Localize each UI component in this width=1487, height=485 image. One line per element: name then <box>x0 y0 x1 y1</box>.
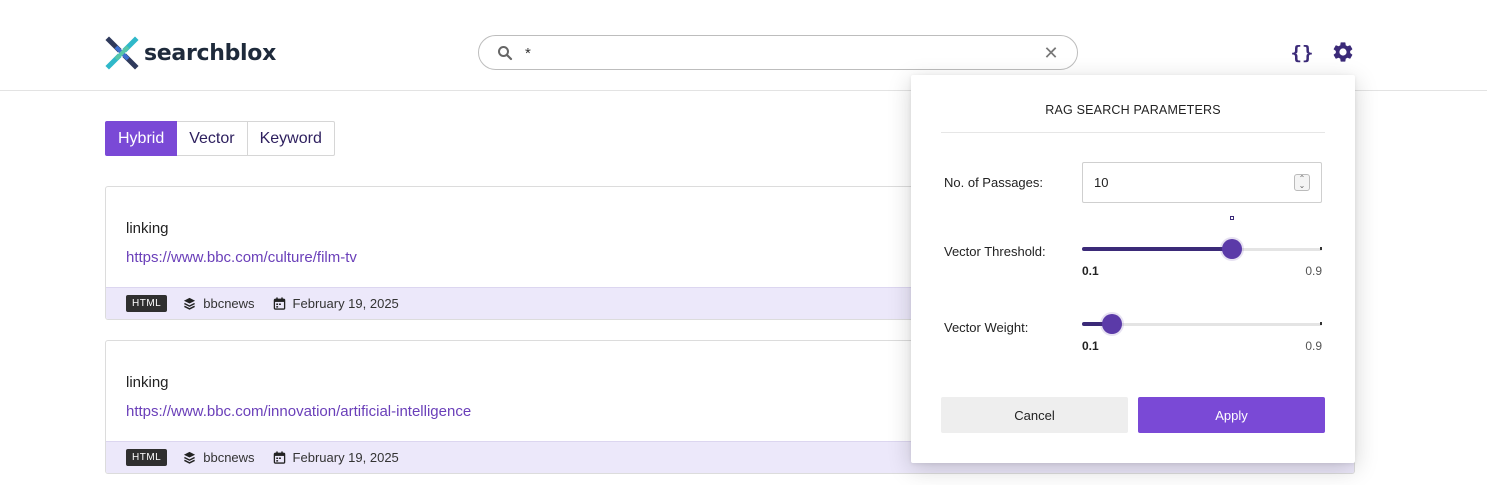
slider-thumb[interactable] <box>1222 239 1242 259</box>
vector-weight-slider[interactable] <box>1082 314 1322 334</box>
passages-spinner[interactable]: ⌃ ⌄ <box>1294 174 1310 191</box>
result-date: February 19, 2025 <box>292 296 399 311</box>
searchblox-logo-icon <box>105 36 139 70</box>
search-icon <box>498 46 513 61</box>
tab-hybrid[interactable]: Hybrid <box>105 121 178 156</box>
doc-type-badge: HTML <box>126 449 168 466</box>
weight-min-label: 0.1 <box>1082 339 1099 353</box>
logo-text: searchblox <box>144 40 277 66</box>
weight-max-label: 0.9 <box>1305 339 1322 353</box>
result-url-link[interactable]: https://www.bbc.com/innovation/artificia… <box>126 403 471 420</box>
apply-button[interactable]: Apply <box>1138 397 1325 433</box>
collection-info: bbcnews <box>183 296 255 311</box>
collection-name: bbcnews <box>203 296 255 311</box>
result-title[interactable]: linking <box>126 374 169 391</box>
vector-weight-label: Vector Weight: <box>944 320 1029 335</box>
result-date: February 19, 2025 <box>292 450 399 465</box>
passages-value: 10 <box>1094 175 1109 190</box>
chevron-down-icon[interactable]: ⌄ <box>1295 182 1309 190</box>
passages-label: No. of Passages: <box>944 175 1043 190</box>
json-view-button[interactable]: {} <box>1288 40 1316 66</box>
slider-thumb[interactable] <box>1102 314 1122 334</box>
search-mode-tabs: Hybrid Vector Keyword <box>105 121 335 156</box>
searchblox-logo[interactable]: searchblox <box>105 36 276 70</box>
rag-parameters-panel: RAG SEARCH PARAMETERS No. of Passages: 1… <box>911 75 1355 463</box>
slider-fill <box>1082 247 1232 251</box>
settings-gear-icon[interactable] <box>1331 40 1355 64</box>
date-info: February 19, 2025 <box>273 296 399 311</box>
threshold-max-label: 0.9 <box>1305 264 1322 278</box>
slider-focus-marker <box>1230 216 1234 220</box>
passages-number-input[interactable]: 10 ⌃ ⌄ <box>1082 162 1322 203</box>
slider-end-tick <box>1320 247 1322 250</box>
doc-type-badge: HTML <box>126 295 168 312</box>
search-bar: ✕ <box>478 35 1078 70</box>
slider-end-tick <box>1320 322 1322 325</box>
layers-icon <box>184 451 196 464</box>
result-url-link[interactable]: https://www.bbc.com/culture/film-tv <box>126 249 357 266</box>
date-info: February 19, 2025 <box>273 450 399 465</box>
calendar-icon <box>273 297 285 310</box>
collection-name: bbcnews <box>203 450 255 465</box>
clear-search-icon[interactable]: ✕ <box>1043 44 1059 62</box>
threshold-min-label: 0.1 <box>1082 264 1099 278</box>
collection-info: bbcnews <box>183 450 255 465</box>
search-input[interactable] <box>525 42 1025 64</box>
panel-title: RAG SEARCH PARAMETERS <box>941 103 1325 133</box>
cancel-button[interactable]: Cancel <box>941 397 1128 433</box>
tab-keyword[interactable]: Keyword <box>247 121 335 156</box>
vector-threshold-label: Vector Threshold: <box>944 244 1046 259</box>
layers-icon <box>184 297 196 310</box>
tab-vector[interactable]: Vector <box>177 121 248 156</box>
vector-threshold-slider[interactable] <box>1082 216 1322 259</box>
calendar-icon <box>273 451 285 464</box>
result-title[interactable]: linking <box>126 220 169 237</box>
